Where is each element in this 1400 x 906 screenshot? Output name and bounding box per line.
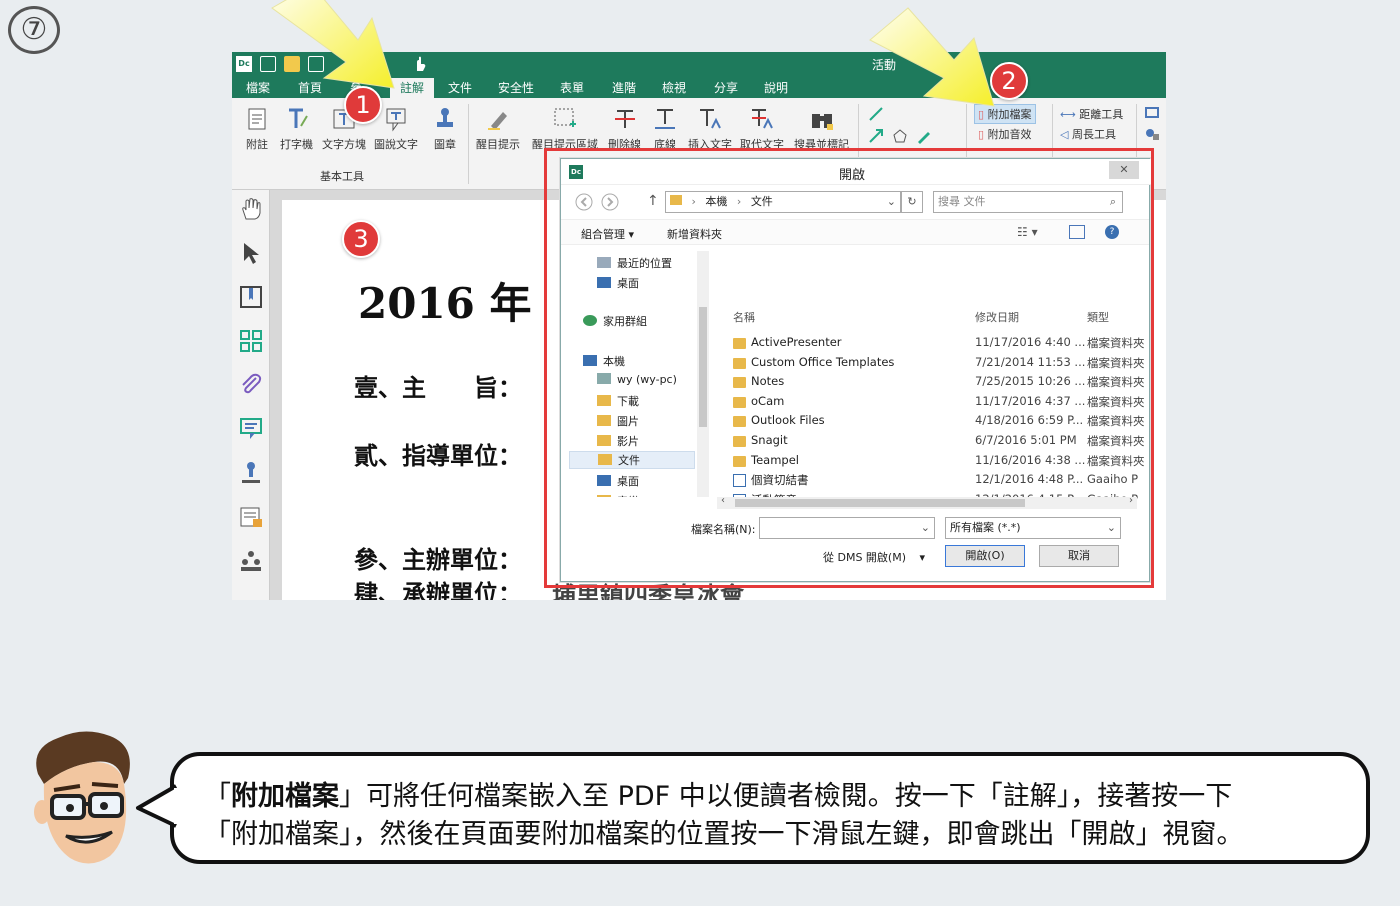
menu-share[interactable]: 分享 bbox=[714, 78, 738, 98]
menu-security[interactable]: 安全性 bbox=[498, 78, 534, 98]
bookmark-icon[interactable] bbox=[238, 284, 264, 310]
menu-document[interactable]: 文件 bbox=[448, 78, 472, 98]
form-fields-icon[interactable] bbox=[238, 504, 264, 530]
replace-text-icon bbox=[752, 109, 773, 129]
menu-view[interactable]: 檢視 bbox=[662, 78, 686, 98]
menu-advanced[interactable]: 進階 bbox=[612, 78, 636, 98]
callout-tool[interactable]: 圖說文字 bbox=[374, 106, 418, 152]
step-badge-2: 2 bbox=[990, 62, 1028, 100]
layers-icon[interactable] bbox=[238, 548, 264, 574]
thumbnails-icon[interactable] bbox=[238, 328, 264, 354]
left-toolbar bbox=[232, 190, 270, 600]
strikethrough-tool[interactable]: 刪除線 bbox=[608, 106, 641, 152]
step-badge-3: 3 bbox=[342, 220, 380, 258]
typewriter-icon bbox=[288, 108, 308, 128]
pentagon-icon[interactable] bbox=[892, 128, 908, 144]
bubble-line-1: 「附加檔案」可將任何檔案嵌入至 PDF 中以便讀者檢閱。按一下「註解」，接著按一… bbox=[204, 781, 1233, 812]
menu-help[interactable]: 說明 bbox=[764, 78, 788, 98]
document-line-2: 貳、指導單位： bbox=[354, 441, 522, 470]
menu-form[interactable]: 表單 bbox=[560, 78, 584, 98]
perimeter-tool-button[interactable]: ◁ 周長工具 bbox=[1060, 126, 1116, 142]
typewriter-tool[interactable]: 打字機 bbox=[280, 106, 313, 152]
select-arrow-icon[interactable] bbox=[238, 240, 264, 266]
underline-icon bbox=[655, 109, 675, 129]
signature-icon[interactable] bbox=[238, 460, 264, 486]
highlight-area-tool[interactable]: 醒目提示區域 bbox=[532, 106, 598, 152]
attachment-panel-icon[interactable] bbox=[238, 372, 264, 398]
note-icon bbox=[248, 108, 266, 130]
stamp-icon bbox=[437, 108, 453, 127]
highlight-area-icon bbox=[554, 108, 576, 127]
distance-tool-button[interactable]: ⟷ 距離工具 bbox=[1060, 106, 1123, 122]
comments-panel-icon[interactable] bbox=[238, 416, 264, 442]
strikethrough-icon bbox=[614, 110, 635, 128]
hand-tool-icon[interactable] bbox=[238, 196, 264, 222]
sound-icon: ▯ bbox=[978, 128, 985, 141]
app-window: Dc 活動 檔案 首頁 參 註解 文件 安全性 表單 進階 檢視 分享 說明 附… bbox=[232, 52, 1166, 600]
perimeter-icon: ◁ bbox=[1060, 128, 1069, 141]
bubble-tail bbox=[136, 784, 178, 828]
distance-icon: ⟷ bbox=[1060, 108, 1076, 121]
avatar bbox=[34, 731, 130, 864]
search-mark-tool[interactable]: 搜尋並標記 bbox=[794, 106, 849, 152]
pencil-icon[interactable] bbox=[916, 128, 932, 144]
attach-sound-button[interactable]: ▯ 附加音效 bbox=[978, 126, 1032, 142]
binoculars-icon bbox=[811, 114, 833, 130]
callout-icon bbox=[386, 108, 406, 132]
insert-text-icon bbox=[700, 109, 721, 129]
comment-list-icon[interactable] bbox=[1144, 106, 1160, 122]
speech-bubble: 「附加檔案」可將任何檔案嵌入至 PDF 中以便讀者檢閱。按一下「註解」，接著按一… bbox=[170, 752, 1370, 864]
hand-icon[interactable] bbox=[412, 56, 428, 72]
bubble-line-2: 「附加檔案」，然後在頁面要附加檔案的位置按一下滑鼠左鍵，即會跳出「開啟」視窗。 bbox=[204, 819, 1244, 850]
arrow-pointer-icon bbox=[271, 0, 395, 89]
arrow-pointer-icon bbox=[869, 7, 995, 107]
arrow-line-icon[interactable] bbox=[868, 128, 884, 144]
document-line-4: 肆、承辦單位： bbox=[354, 579, 522, 600]
highlight-tool[interactable]: 醒目提示 bbox=[476, 106, 520, 152]
note-tool[interactable]: 附註 bbox=[244, 106, 270, 152]
step-badge-1: 1 bbox=[344, 86, 382, 124]
highlighter-icon bbox=[488, 112, 507, 130]
ribbon-separator bbox=[468, 104, 469, 184]
app-logo: Dc bbox=[236, 56, 252, 72]
document-line-3: 參、主辦單位： bbox=[354, 545, 522, 574]
document-line-1: 壹、主 旨： bbox=[354, 373, 522, 402]
stamp-tool[interactable]: 圖章 bbox=[432, 106, 458, 152]
replace-text-tool[interactable]: 取代文字 bbox=[740, 106, 784, 152]
summary-icon[interactable] bbox=[1144, 126, 1160, 142]
underline-tool[interactable]: 底線 bbox=[652, 106, 678, 152]
step-number: ⑦ bbox=[8, 6, 60, 54]
dialog-highlight-frame bbox=[544, 148, 1154, 588]
basic-tools-group-label: 基本工具 bbox=[320, 170, 364, 183]
document-year: 2016 年 bbox=[358, 279, 532, 328]
bubble-highlight: 附加檔案 bbox=[231, 781, 339, 812]
insert-text-tool[interactable]: 插入文字 bbox=[688, 106, 732, 152]
